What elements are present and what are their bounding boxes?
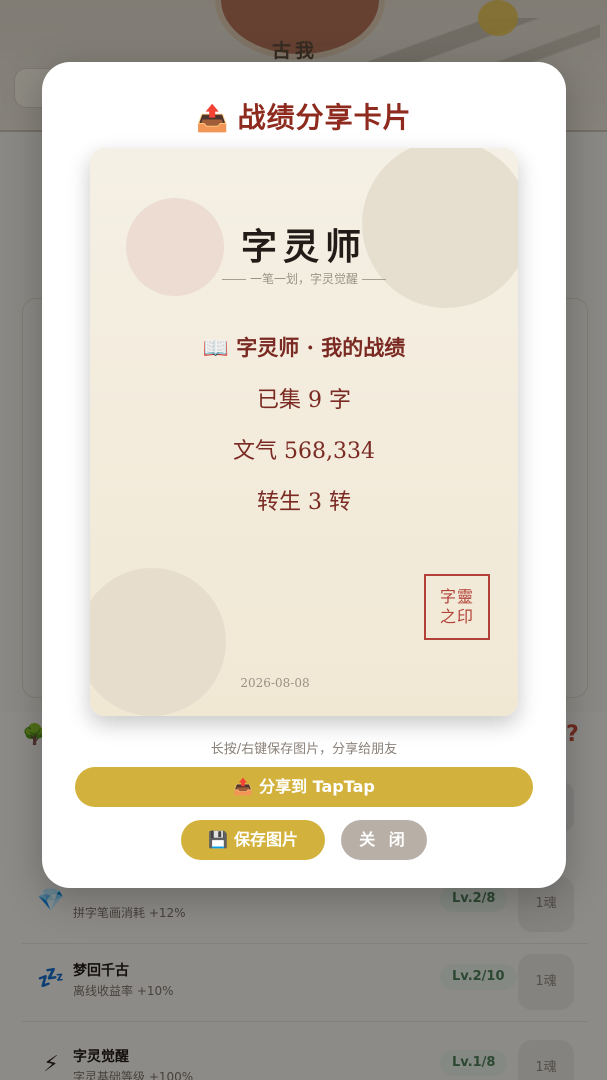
decor-circle bbox=[90, 568, 226, 716]
outbox-tray-icon: 📤 bbox=[196, 104, 230, 134]
share-card-modal: 📤 战绩分享卡片 字灵师 一笔一划，字灵觉醒 📖 字灵师 · 我的战绩 已集 9 … bbox=[42, 62, 566, 888]
seal-line: 字靈 bbox=[439, 587, 474, 606]
divider-line bbox=[221, 279, 246, 280]
stat-collected: 已集 9 字 bbox=[257, 388, 351, 413]
close-button[interactable]: 关 闭 bbox=[341, 820, 427, 860]
stat-wenqi: 文气 568,334 bbox=[233, 439, 375, 464]
outbox-tray-icon: 📤 bbox=[233, 777, 254, 796]
floppy-disk-icon: 💾 bbox=[208, 830, 228, 849]
card-subtitle-text: 一笔一划，字灵觉醒 bbox=[249, 272, 358, 286]
card-subtitle: 一笔一划，字灵觉醒 bbox=[90, 270, 518, 287]
share-card-image[interactable]: 字灵师 一笔一划，字灵觉醒 📖 字灵师 · 我的战绩 已集 9 字 文气 568… bbox=[90, 148, 518, 716]
share-button-label: 分享到 TapTap bbox=[259, 777, 375, 796]
save-image-button[interactable]: 💾 保存图片 bbox=[181, 820, 325, 860]
save-button-label: 保存图片 bbox=[233, 830, 298, 849]
card-date: 2026-08-08 bbox=[240, 676, 310, 690]
modal-title: 📤 战绩分享卡片 bbox=[42, 96, 566, 136]
stats-heading: 📖 字灵师 · 我的战绩 bbox=[202, 335, 406, 360]
card-title: 字灵师 bbox=[240, 226, 367, 268]
seal-stamp: 字靈 之印 bbox=[424, 574, 490, 640]
modal-title-text: 战绩分享卡片 bbox=[237, 101, 412, 134]
save-hint: 长按/右键保存图片，分享给朋友 bbox=[210, 742, 398, 757]
seal-line: 之印 bbox=[439, 607, 474, 626]
stat-rebirth: 转生 3 转 bbox=[257, 490, 351, 515]
share-taptap-button[interactable]: 📤 分享到 TapTap bbox=[75, 767, 533, 807]
divider-line bbox=[362, 279, 386, 280]
